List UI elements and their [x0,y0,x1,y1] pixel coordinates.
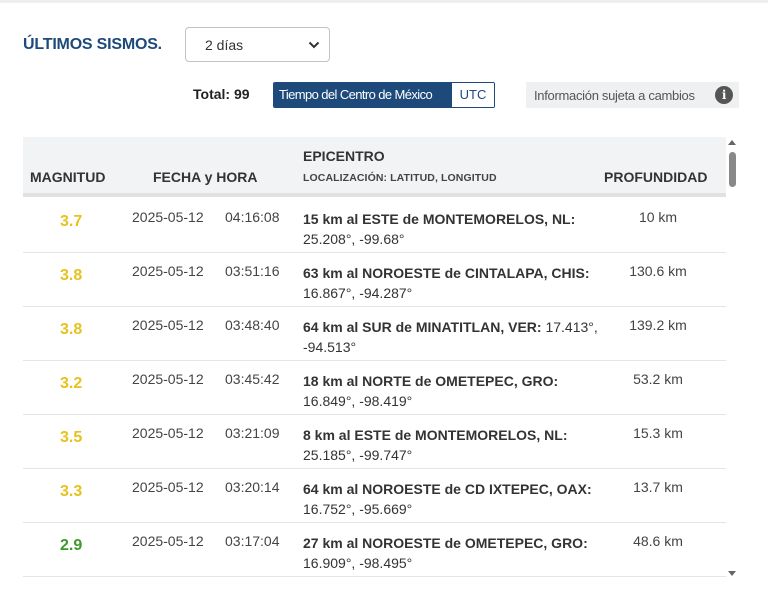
event-time: 03:48:40 [225,317,280,333]
event-time: 03:51:16 [225,263,280,279]
magnitude-value: 3.5 [60,429,83,446]
epicenter-coords: 16.849°, -98.419° [303,393,413,409]
info-notice-text: Información sujeta a cambios [534,87,695,103]
scrollbar[interactable] [726,137,738,577]
column-depth[interactable]: PROFUNDIDAD [604,169,707,185]
table-row[interactable]: 3.2 2025-05-12 03:45:42 18 km al NORTE de O… [23,361,726,415]
event-time: 03:45:42 [225,371,280,387]
period-select[interactable]: 2 días [185,27,330,62]
epicenter-cell: 15 km al ESTE de MONTEMORELOS, NL: 25.20… [303,209,603,249]
epicenter-cell: 27 km al NOROESTE de OMETEPEC, GRO: 16.9… [303,533,603,573]
epicenter-coords: 16.909°, -98.495° [303,555,413,571]
table-row[interactable]: 3.3 2025-05-12 03:20:14 64 km al NOROESTE d… [23,469,726,523]
epicenter-place: 15 km al ESTE de MONTEMORELOS, NL: [303,211,576,227]
epicenter-coords: 16.867°, -94.287° [303,285,413,301]
table-row[interactable]: 3.5 2025-05-12 03:21:09 8 km al ESTE de MON… [23,415,726,469]
event-date: 2025-05-12 [132,263,204,279]
event-date: 2025-05-12 [132,317,204,333]
table-row[interactable]: 2.9 2025-05-12 03:17:04 27 km al NOROESTE d… [23,523,726,577]
event-time: 03:20:14 [225,479,280,495]
epicenter-place: 64 km al NOROESTE de CD IXTEPEC, OAX: [303,481,592,497]
epicenter-place: 64 km al SUR de MINATITLAN, VER: [303,319,542,335]
table-row[interactable]: 3.8 2025-05-12 03:51:16 63 km al NOROESTE d… [23,253,726,307]
epicenter-place: 18 km al NORTE de OMETEPEC, GRO: [303,373,559,389]
epicenter-cell: 64 km al NOROESTE de CD IXTEPEC, OAX: 16… [303,479,603,519]
event-date: 2025-05-12 [132,209,204,225]
column-datetime[interactable]: FECHA y HORA [153,169,258,185]
epicenter-cell: 18 km al NORTE de OMETEPEC, GRO: 16.849°… [303,371,603,411]
depth-value: 139.2 km [629,317,687,333]
table-header: MAGNITUD FECHA y HORA EPICENTRO LOCALIZA… [23,137,726,197]
depth-value: 15.3 km [633,425,683,441]
info-icon[interactable]: i [715,86,733,104]
earthquake-table: MAGNITUD FECHA y HORA EPICENTRO LOCALIZA… [23,137,726,577]
epicenter-coords: 25.185°, -99.747° [303,447,413,463]
scroll-up-arrow-icon[interactable] [728,140,736,145]
magnitude-value: 2.9 [60,537,83,554]
event-time: 03:17:04 [225,533,280,549]
depth-value: 53.2 km [633,371,683,387]
magnitude-value: 3.7 [60,213,83,230]
depth-value: 48.6 km [633,533,683,549]
info-notice[interactable]: Información sujeta a cambios i [526,82,739,108]
total-count: Total: 99 [193,86,250,102]
event-time: 04:16:08 [225,209,280,225]
event-date: 2025-05-12 [132,533,204,549]
epicenter-coords: 25.208°, -99.68° [303,231,405,247]
epicenter-place: 8 km al ESTE de MONTEMORELOS, NL: [303,427,568,443]
period-select-value: 2 días [205,36,244,53]
scroll-down-arrow-icon[interactable] [728,571,736,576]
depth-value: 10 km [638,209,678,225]
event-date: 2025-05-12 [132,425,204,441]
column-epicenter-sub: LOCALIZACIÓN: LATITUD, LONGITUD [303,172,497,184]
epicenter-coords: 16.752°, -95.669° [303,501,413,517]
depth-value: 130.6 km [629,263,687,279]
depth-value: 13.7 km [633,479,683,495]
toggle-utc[interactable]: UTC [452,83,494,107]
time-zone-toggle: Tiempo del Centro de México UTC [273,82,495,108]
event-date: 2025-05-12 [132,371,204,387]
magnitude-value: 3.8 [60,321,83,338]
top-divider [0,0,768,3]
chevron-down-icon [308,41,320,49]
page-title: ÚLTIMOS SISMOS. [23,36,162,53]
event-date: 2025-05-12 [132,479,204,495]
column-epicenter[interactable]: EPICENTRO [303,148,385,164]
epicenter-cell: 64 km al SUR de MINATITLAN, VER: 17.413°… [303,317,603,357]
event-time: 03:21:09 [225,425,280,441]
epicenter-place: 63 km al NOROESTE de CINTALAPA, CHIS: [303,265,590,281]
table-row[interactable]: 3.8 2025-05-12 03:48:40 64 km al SUR de MIN… [23,307,726,361]
column-magnitude[interactable]: MAGNITUD [30,169,105,185]
toggle-central-time[interactable]: Tiempo del Centro de México [274,83,452,107]
magnitude-value: 3.8 [60,267,83,284]
epicenter-cell: 8 km al ESTE de MONTEMORELOS, NL: 25.185… [303,425,603,465]
epicenter-cell: 63 km al NOROESTE de CINTALAPA, CHIS: 16… [303,263,603,303]
epicenter-place: 27 km al NOROESTE de OMETEPEC, GRO: [303,535,588,551]
magnitude-value: 3.2 [60,375,83,392]
scrollbar-thumb[interactable] [729,152,736,187]
magnitude-value: 3.3 [60,483,83,500]
table-row[interactable]: 3.7 2025-05-12 04:16:08 15 km al ESTE de MO… [23,199,726,253]
